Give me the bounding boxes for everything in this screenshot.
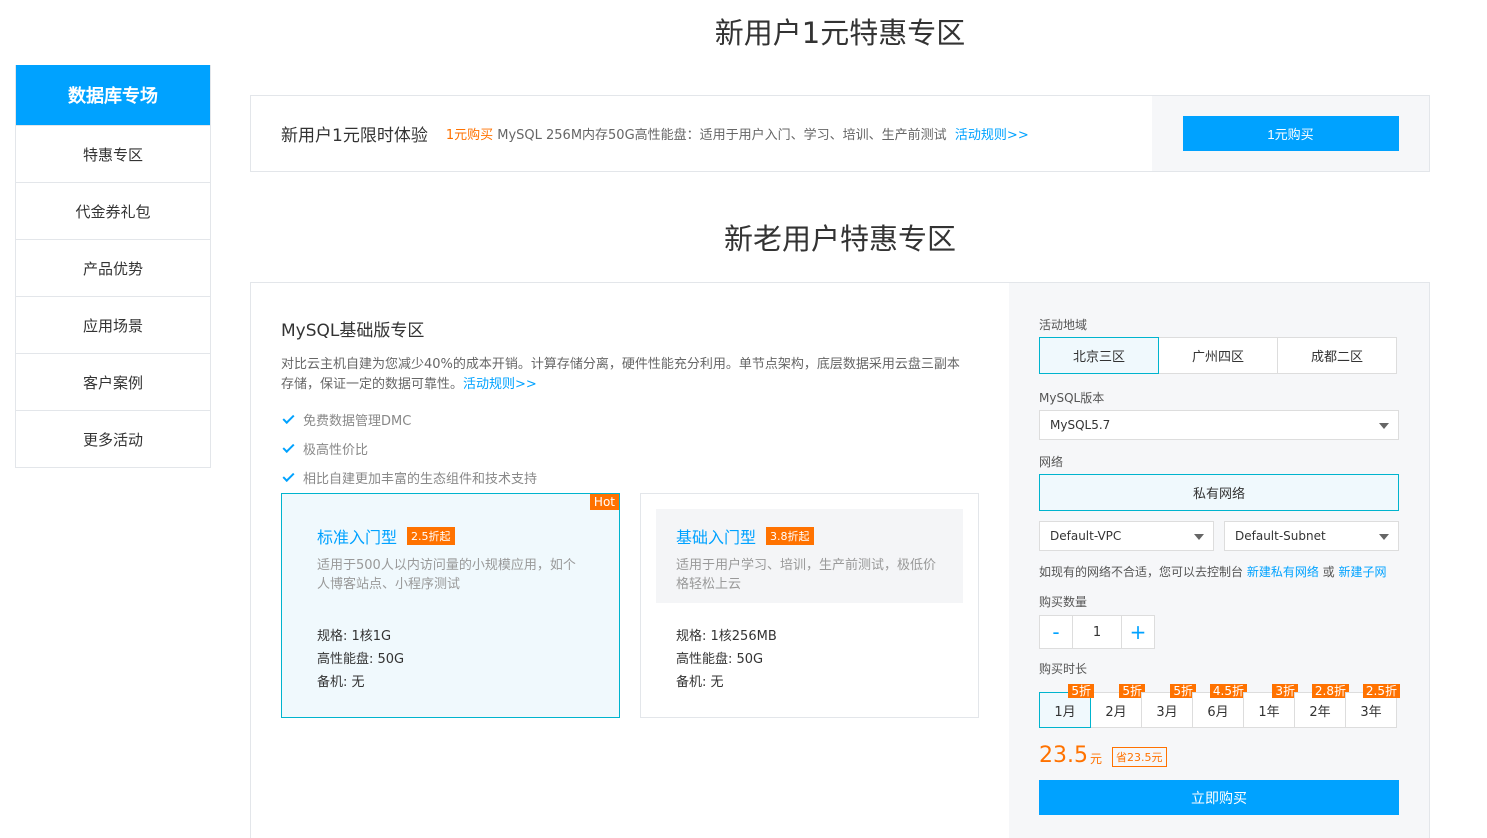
duration-2y[interactable]: 2年 2.8折	[1294, 684, 1349, 728]
duration-3y[interactable]: 3年 2.5折	[1345, 684, 1400, 728]
feature-item: 免费数据管理DMC	[281, 405, 979, 434]
promo-desc-text: MySQL 256M内存50G高性能盘：适用于用户入门、学习、培训、生产前测试	[493, 128, 947, 143]
sidebar: 数据库专场 特惠专区 代金券礼包 产品优势 应用场景 客户案例 更多活动	[15, 65, 211, 468]
section2-title: 新老用户特惠专区	[723, 222, 956, 256]
network-hint: 如现有的网络不合适，您可以去控制台 新建私有网络 或 新建子网	[1039, 565, 1387, 579]
check-icon	[282, 440, 295, 454]
region-selector: 北京三区 广州四区 成都二区	[1039, 337, 1399, 374]
sidebar-item-more[interactable]: 更多活动	[16, 410, 210, 467]
create-subnet-link[interactable]: 新建子网	[1338, 565, 1386, 579]
sidebar-item-special[interactable]: 特惠专区	[16, 125, 210, 182]
private-network-option[interactable]: 私有网络	[1039, 474, 1399, 511]
create-vpc-link[interactable]: 新建私有网络	[1247, 565, 1319, 579]
promo-info: 新用户1元限时体验 1元购买 MySQL 256M内存50G高性能盘：适用于用户…	[251, 96, 1152, 171]
plan-specs: 规格: 1核1G 高性能盘: 50G 备机: 无	[297, 603, 604, 692]
discount-tag: 4.5折	[1209, 684, 1247, 698]
panel-desc: 对比云主机自建为您减少40%的成本开销。计算存储分离，硬件性能充分利用。单节点架…	[281, 355, 971, 395]
plan-desc: 适用于用户学习、培训，生产前测试，极低价格轻松上云	[676, 558, 937, 592]
quantity-label: 购买数量	[1039, 594, 1088, 609]
chevron-down-icon	[1379, 423, 1389, 429]
plan-card-header: 标准入门型 2.5折起 适用于500人以内访问量的小规模应用，如个人博客站点、小程…	[297, 509, 604, 603]
promo-name: 新用户1元限时体验	[281, 126, 428, 146]
price-row: 23.5 元 省23.5元	[1039, 740, 1399, 770]
duration-label: 购买时长	[1039, 661, 1088, 676]
minus-button[interactable]: -	[1039, 615, 1073, 649]
subnet-select[interactable]: Default-Subnet	[1224, 521, 1399, 551]
order-form: 活动地域 北京三区 广州四区 成都二区 MySQL版本 MySQL5.7 网络 …	[1009, 283, 1429, 838]
panel-desc-text: 对比云主机自建为您减少40%的成本开销。计算存储分离，硬件性能充分利用。单节点架…	[281, 357, 960, 392]
duration-selector: 1月 5折 2月 5折 3月 5折 6月 4.5折 1年 3折 2年 2.8折 3年 2.5折	[1039, 684, 1400, 728]
spec-standby: 备机: 无	[676, 675, 724, 690]
network-selects: Default-VPC Default-Subnet	[1039, 521, 1399, 551]
vpc-select[interactable]: Default-VPC	[1039, 521, 1214, 551]
spec-cpu: 规格: 1核256MB	[676, 629, 777, 644]
panel-rules-link[interactable]: 活动规则>>	[463, 377, 537, 392]
price-value: 23.5	[1039, 742, 1088, 768]
price-unit: 元	[1089, 751, 1102, 766]
sidebar-item-advantages[interactable]: 产品优势	[16, 239, 210, 296]
hot-badge: Hot	[589, 494, 619, 510]
save-badge: 省23.5元	[1112, 747, 1167, 767]
plan-card-header: 基础入门型 3.8折起 适用于用户学习、培训，生产前测试，极低价格轻松上云	[656, 509, 963, 603]
region-label: 活动地域	[1039, 317, 1088, 332]
buy-now-button[interactable]: 立即购买	[1039, 780, 1399, 815]
plan-desc: 适用于500人以内访问量的小规模应用，如个人博客站点、小程序测试	[317, 558, 576, 592]
duration-1y[interactable]: 1年 3折	[1243, 684, 1298, 728]
duration-1m[interactable]: 1月 5折	[1039, 684, 1094, 728]
discount-tag: 2.8折	[1311, 684, 1349, 698]
section1-title: 新用户1元特惠专区	[714, 16, 966, 50]
plan-name: 基础入门型 3.8折起	[676, 524, 943, 548]
chevron-down-icon	[1379, 534, 1389, 540]
promo-highlight: 1元购买	[445, 128, 494, 143]
sidebar-title[interactable]: 数据库专场	[16, 65, 210, 125]
version-label: MySQL版本	[1039, 390, 1105, 405]
chevron-down-icon	[1194, 534, 1204, 540]
sidebar-item-cases[interactable]: 客户案例	[16, 353, 210, 410]
plus-button[interactable]: +	[1121, 615, 1155, 649]
sidebar-item-vouchers[interactable]: 代金券礼包	[16, 182, 210, 239]
network-label: 网络	[1039, 454, 1064, 469]
promo-rules-link[interactable]: 活动规则>>	[955, 128, 1029, 143]
duration-6m[interactable]: 6月 4.5折	[1192, 684, 1247, 728]
discount-tag: 5折	[1068, 684, 1094, 698]
discount-tag: 2.5折	[1362, 684, 1400, 698]
check-icon	[282, 469, 295, 483]
promo-desc: 1元购买 MySQL 256M内存50G高性能盘：适用于用户入门、学习、培训、生…	[446, 124, 1029, 143]
quantity-stepper: - 1 +	[1039, 615, 1399, 649]
plan-name: 标准入门型 2.5折起	[317, 524, 584, 548]
mysql-panel: MySQL基础版专区 对比云主机自建为您减少40%的成本开销。计算存储分离，硬件…	[250, 282, 1430, 838]
feature-list: 免费数据管理DMC 极高性价比 相比自建更加丰富的生态组件和技术支持	[281, 405, 979, 492]
region-chengdu2[interactable]: 成都二区	[1277, 337, 1397, 374]
discount-badge: 2.5折起	[407, 527, 455, 545]
quantity-input[interactable]: 1	[1073, 615, 1121, 649]
one-yuan-buy-button[interactable]: 1元购买	[1182, 116, 1399, 151]
panel-title: MySQL基础版专区	[281, 321, 425, 341]
duration-3m[interactable]: 3月 5折	[1141, 684, 1196, 728]
promo-box: 新用户1元限时体验 1元购买 MySQL 256M内存50G高性能盘：适用于用户…	[250, 95, 1430, 172]
check-icon	[282, 411, 295, 425]
region-beijing3[interactable]: 北京三区	[1039, 337, 1159, 374]
feature-item: 极高性价比	[281, 434, 979, 463]
panel-info: MySQL基础版专区 对比云主机自建为您减少40%的成本开销。计算存储分离，硬件…	[251, 283, 1009, 838]
spec-standby: 备机: 无	[317, 675, 365, 690]
spec-cpu: 规格: 1核1G	[317, 629, 392, 644]
sidebar-item-scenarios[interactable]: 应用场景	[16, 296, 210, 353]
plan-card-basic[interactable]: 基础入门型 3.8折起 适用于用户学习、培训，生产前测试，极低价格轻松上云 规格:…	[640, 493, 979, 718]
promo-action: 1元购买	[1152, 96, 1429, 171]
plan-card-standard[interactable]: Hot 标准入门型 2.5折起 适用于500人以内访问量的小规模应用，如个人博客站…	[281, 493, 620, 718]
feature-item: 相比自建更加丰富的生态组件和技术支持	[281, 463, 979, 492]
version-select[interactable]: MySQL5.7	[1039, 410, 1399, 440]
spec-disk: 高性能盘: 50G	[676, 652, 764, 667]
region-guangzhou4[interactable]: 广州四区	[1158, 337, 1278, 374]
duration-2m[interactable]: 2月 5折	[1090, 684, 1145, 728]
plan-cards: Hot 标准入门型 2.5折起 适用于500人以内访问量的小规模应用，如个人博客站…	[281, 493, 979, 718]
spec-disk: 高性能盘: 50G	[317, 652, 405, 667]
plan-specs: 规格: 1核256MB 高性能盘: 50G 备机: 无	[656, 603, 963, 692]
discount-badge: 3.8折起	[766, 527, 814, 545]
